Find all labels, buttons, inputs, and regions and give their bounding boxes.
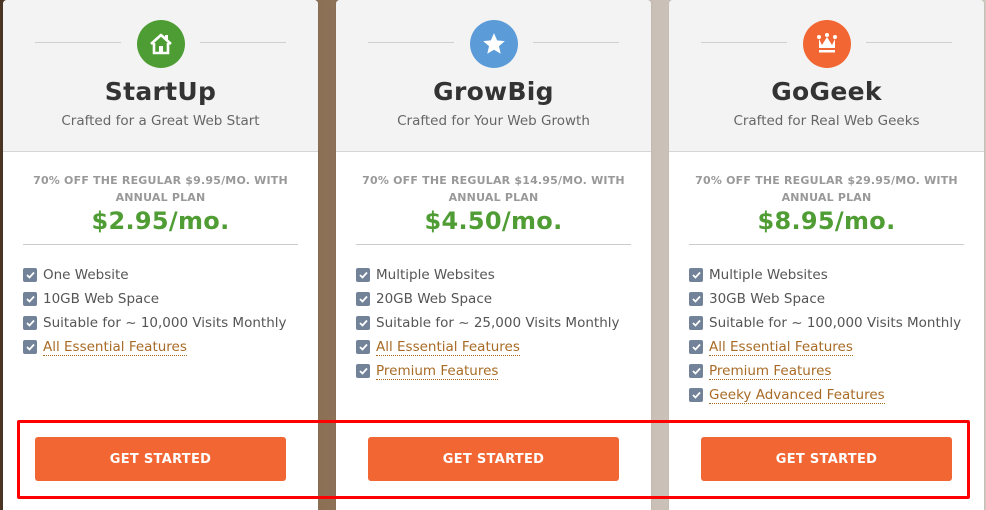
feature-label: One Website [43, 267, 129, 283]
feature-item: Premium Features [356, 359, 651, 383]
feature-label: 10GB Web Space [43, 291, 160, 307]
divider [533, 42, 619, 43]
plan-name: StartUp [104, 77, 217, 106]
plan-card-gogeek: GoGeek Crafted for Real Web Geeks 70% OF… [669, 0, 984, 510]
feature-item: 10GB Web Space [23, 287, 318, 311]
feature-link-premium[interactable]: Premium Features [709, 363, 832, 380]
feature-item: Suitable for ~ 100,000 Visits Monthly [689, 311, 984, 335]
checkbox-icon [23, 292, 37, 306]
promo-text: 70% OFF THE REGULAR $14.95/MO. WITH ANNU… [362, 174, 625, 204]
checkbox-icon [689, 388, 703, 402]
feature-item: All Essential Features [356, 335, 651, 359]
plan-tagline: Crafted for Your Web Growth [397, 113, 590, 129]
feature-item: Multiple Websites [689, 263, 984, 287]
promo-text: 70% OFF THE REGULAR $29.95/MO. WITH ANNU… [695, 174, 958, 204]
plan-card-growbig: GrowBig Crafted for Your Web Growth 70% … [336, 0, 651, 510]
checkbox-icon [356, 268, 370, 282]
get-started-button-gogeek[interactable]: GET STARTED [701, 437, 952, 481]
plan-header: GoGeek Crafted for Real Web Geeks [669, 0, 984, 152]
feature-label: Suitable for ~ 10,000 Visits Monthly [43, 315, 287, 331]
divider [866, 42, 952, 43]
feature-item: All Essential Features [23, 335, 318, 359]
divider [689, 244, 964, 245]
feature-list: One Website 10GB Web Space Suitable for … [23, 263, 318, 359]
star-icon [469, 20, 518, 68]
checkbox-icon [23, 316, 37, 330]
checkbox-icon [689, 340, 703, 354]
plan-header: GrowBig Crafted for Your Web Growth [336, 0, 651, 152]
feature-item: All Essential Features [689, 335, 984, 359]
feature-label: Multiple Websites [709, 267, 828, 283]
feature-label: 30GB Web Space [709, 291, 826, 307]
feature-item: Multiple Websites [356, 263, 651, 287]
feature-item: One Website [23, 263, 318, 287]
feature-item: Suitable for ~ 25,000 Visits Monthly [356, 311, 651, 335]
get-started-button-startup[interactable]: GET STARTED [35, 437, 286, 481]
feature-link-essential[interactable]: All Essential Features [709, 339, 853, 356]
divider [200, 42, 286, 43]
feature-label: Suitable for ~ 100,000 Visits Monthly [709, 315, 962, 331]
feature-list: Multiple Websites 30GB Web Space Suitabl… [689, 263, 984, 407]
house-icon [136, 20, 185, 68]
plan-price: $8.95/mo. [757, 207, 896, 235]
feature-list: Multiple Websites 20GB Web Space Suitabl… [356, 263, 651, 383]
feature-label: Suitable for ~ 25,000 Visits Monthly [376, 315, 620, 331]
plan-price: $2.95/mo. [91, 207, 230, 235]
checkbox-icon [689, 268, 703, 282]
checkbox-icon [356, 316, 370, 330]
plan-card-startup: StartUp Crafted for a Great Web Start 70… [3, 0, 318, 510]
feature-link-geeky[interactable]: Geeky Advanced Features [709, 387, 885, 404]
feature-item: Geeky Advanced Features [689, 383, 984, 407]
checkbox-icon [23, 268, 37, 282]
plan-header: StartUp Crafted for a Great Web Start [3, 0, 318, 152]
feature-link-premium[interactable]: Premium Features [376, 363, 499, 380]
divider [35, 42, 121, 43]
checkbox-icon [689, 292, 703, 306]
promo-text: 70% OFF THE REGULAR $9.95/MO. WITH ANNUA… [33, 174, 288, 204]
crown-icon [802, 20, 851, 68]
checkbox-icon [356, 340, 370, 354]
feature-link-essential[interactable]: All Essential Features [43, 339, 187, 356]
plan-tagline: Crafted for Real Web Geeks [733, 113, 920, 129]
feature-item: Premium Features [689, 359, 984, 383]
feature-label: Multiple Websites [376, 267, 495, 283]
divider [356, 244, 631, 245]
feature-item: 20GB Web Space [356, 287, 651, 311]
divider [701, 42, 787, 43]
feature-item: 30GB Web Space [689, 287, 984, 311]
feature-label: 20GB Web Space [376, 291, 493, 307]
checkbox-icon [689, 364, 703, 378]
plan-price: $4.50/mo. [424, 207, 563, 235]
checkbox-icon [689, 316, 703, 330]
feature-link-essential[interactable]: All Essential Features [376, 339, 520, 356]
checkbox-icon [356, 292, 370, 306]
plan-name: GrowBig [433, 77, 554, 106]
plan-name: GoGeek [771, 77, 882, 106]
divider [368, 42, 454, 43]
divider [23, 244, 298, 245]
get-started-button-growbig[interactable]: GET STARTED [368, 437, 619, 481]
checkbox-icon [23, 340, 37, 354]
checkbox-icon [356, 364, 370, 378]
plan-tagline: Crafted for a Great Web Start [61, 113, 260, 129]
feature-item: Suitable for ~ 10,000 Visits Monthly [23, 311, 318, 335]
